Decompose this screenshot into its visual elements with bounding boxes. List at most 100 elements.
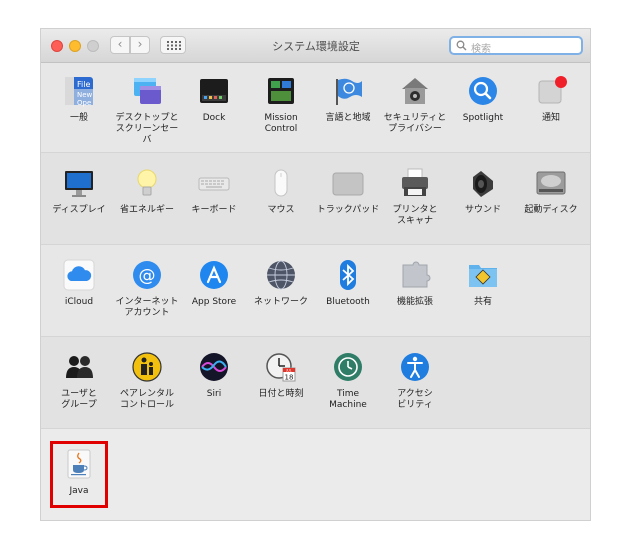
pref-startup-disk[interactable]: 起動ディスク (517, 167, 585, 216)
calendar-badge: JUL (285, 369, 291, 373)
search-field[interactable]: 検索 (449, 36, 583, 55)
users-groups-icon (63, 351, 95, 383)
bluetooth-icon (332, 259, 364, 291)
pref-label: Dock (202, 113, 226, 123)
pref-label: 言語と地域 (325, 113, 371, 123)
pref-network[interactable]: ネットワーク (247, 259, 315, 308)
mouse-icon (265, 167, 297, 199)
app-store-icon (198, 259, 230, 291)
svg-text:File: File (77, 80, 90, 89)
section-hardware: ディスプレイ 省エネルギー キーボード マウス トラックパッド プリンタと スキ… (41, 153, 590, 245)
pref-internet-accounts[interactable]: @ インターネット アカウント (113, 259, 181, 319)
back-button[interactable]: ‹ (110, 36, 130, 54)
pref-keyboard[interactable]: キーボード (180, 167, 248, 216)
desktop-screensaver-icon (131, 75, 163, 107)
pref-bluetooth[interactable]: Bluetooth (314, 259, 382, 308)
notifications-icon (535, 75, 567, 107)
dock-icon (198, 75, 230, 107)
extensions-icon (399, 259, 431, 291)
startup-disk-icon (535, 167, 567, 199)
siri-icon (198, 351, 230, 383)
pref-energy-saver[interactable]: 省エネルギー (113, 167, 181, 216)
forward-button[interactable]: › (130, 36, 150, 54)
pref-notifications[interactable]: 通知 (517, 75, 585, 124)
pref-printer-scanner[interactable]: プリンタと スキャナ (381, 167, 449, 227)
pref-label: 日付と時刻 (258, 389, 304, 399)
pref-desktop-screensaver[interactable]: デスクトップと スクリーンセーバ (113, 75, 181, 146)
time-machine-icon (332, 351, 364, 383)
pref-label: ディスプレイ (52, 205, 106, 215)
pref-label: サウンド (464, 205, 501, 215)
pref-label: ネットワーク (253, 297, 308, 307)
printer-scanner-icon (399, 167, 431, 199)
pref-trackpad[interactable]: トラックパッド (314, 167, 382, 216)
sharing-icon (467, 259, 499, 291)
pref-label: 起動ディスク (524, 205, 578, 215)
pref-label: Time Machine (329, 389, 367, 410)
pref-spotlight[interactable]: Spotlight (449, 75, 517, 124)
search-placeholder: 検索 (471, 44, 491, 55)
calendar-day: 18 (285, 374, 294, 382)
pref-label: Mission Control (264, 113, 298, 134)
pref-users-groups[interactable]: ユーザと グループ (45, 351, 113, 411)
pref-general[interactable]: File New Ope 一般 (45, 75, 113, 124)
date-time-icon: JUL 18 (265, 351, 297, 383)
section-other: Java (41, 429, 590, 520)
pref-label: トラックパッド (316, 205, 380, 215)
show-all-button[interactable] (160, 36, 186, 54)
pref-label: Siri (206, 389, 222, 399)
minimize-window-button[interactable] (69, 40, 81, 52)
pref-label: アクセシ ビリティ (397, 389, 433, 410)
internet-accounts-icon: @ (131, 259, 163, 291)
window-title: システム環境設定 (272, 40, 360, 53)
pref-label: iCloud (64, 297, 94, 307)
close-window-button[interactable] (51, 40, 63, 52)
section-personal: File New Ope 一般 デスクトップと スクリーンセーバ Dock Mi… (41, 63, 590, 153)
pref-mouse[interactable]: マウス (247, 167, 315, 216)
java-highlight-box (50, 441, 108, 508)
title-bar: ‹ › システム環境設定 検索 (41, 29, 590, 63)
zoom-window-button[interactable] (87, 40, 99, 52)
network-icon (265, 259, 297, 291)
keyboard-icon (198, 167, 230, 199)
pref-label: 通知 (541, 113, 560, 123)
pref-language-region[interactable]: 言語と地域 (314, 75, 382, 124)
pref-sharing[interactable]: 共有 (449, 259, 517, 308)
security-privacy-icon (399, 75, 431, 107)
pref-date-time[interactable]: JUL 18 日付と時刻 (247, 351, 315, 400)
accessibility-icon (399, 351, 431, 383)
svg-text:Ope: Ope (77, 99, 91, 107)
spotlight-icon (467, 75, 499, 107)
section-system: ユーザと グループ ペアレンタル コントロール Siri JUL 18 日付と時… (41, 337, 590, 429)
grid-icon (167, 41, 181, 50)
pref-accessibility[interactable]: アクセシ ビリティ (381, 351, 449, 411)
pref-display[interactable]: ディスプレイ (45, 167, 113, 216)
pref-siri[interactable]: Siri (180, 351, 248, 400)
svg-text:New: New (77, 91, 93, 99)
display-icon (63, 167, 95, 199)
pref-mission-control[interactable]: Mission Control (247, 75, 315, 135)
pref-label: ユーザと グループ (61, 389, 97, 410)
pref-app-store[interactable]: App Store (180, 259, 248, 308)
pref-label: 機能拡張 (396, 297, 433, 307)
pref-label: App Store (191, 297, 237, 307)
pref-icloud[interactable]: iCloud (45, 259, 113, 308)
pref-sound[interactable]: サウンド (449, 167, 517, 216)
pref-extensions[interactable]: 機能拡張 (381, 259, 449, 308)
pref-label: 省エネルギー (119, 205, 174, 215)
section-internet: iCloud @ インターネット アカウント App Store ネットワーク … (41, 245, 590, 337)
pref-label: 共有 (473, 297, 492, 307)
energy-saver-icon (131, 167, 163, 199)
pref-label: 一般 (69, 113, 88, 123)
pref-label: キーボード (191, 205, 237, 215)
sound-icon (467, 167, 499, 199)
pref-time-machine[interactable]: Time Machine (314, 351, 382, 411)
pref-label: セキュリティと プライバシー (383, 113, 447, 134)
trackpad-icon (332, 167, 364, 199)
pref-security-privacy[interactable]: セキュリティと プライバシー (381, 75, 449, 135)
language-region-icon (332, 75, 364, 107)
pref-parental-controls[interactable]: ペアレンタル コントロール (113, 351, 181, 411)
svg-text:@: @ (139, 266, 156, 286)
pref-dock[interactable]: Dock (180, 75, 248, 124)
pref-label: ペアレンタル コントロール (119, 389, 174, 410)
